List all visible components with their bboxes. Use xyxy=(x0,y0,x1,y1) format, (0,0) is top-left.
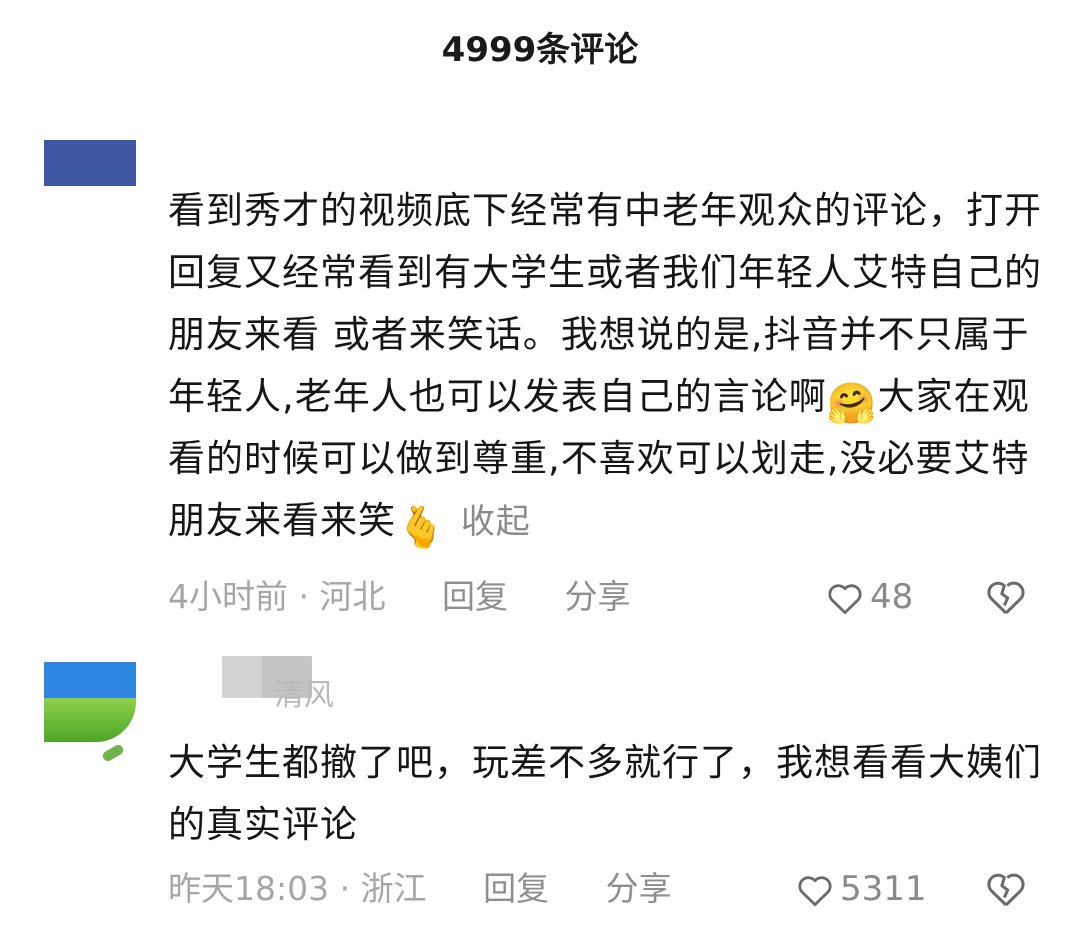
meta-separator: · xyxy=(298,577,310,616)
comment-meta: 4小时前 · 河北 回复 分享 xyxy=(168,572,631,622)
comment-location: 河北 xyxy=(319,577,386,616)
comment-text: 看到秀才的视频底下经常有中老年观众的评论，打开回复又经常看到有大学生或者我们年轻… xyxy=(168,180,1048,553)
share-button[interactable]: 分享 xyxy=(606,869,672,908)
reply-button[interactable]: 回复 xyxy=(442,577,508,616)
like-count: 5311 xyxy=(840,869,927,909)
meta-separator: · xyxy=(339,869,351,908)
comment-count-title: 4999条评论 xyxy=(441,30,639,70)
avatar[interactable] xyxy=(44,140,136,232)
finger-heart-emoji: 🫰 xyxy=(396,505,447,551)
comment-time: 4小时前 xyxy=(168,577,288,616)
reply-button[interactable]: 回复 xyxy=(483,869,549,908)
like-count: 48 xyxy=(870,577,914,617)
comment-location: 浙江 xyxy=(360,869,427,908)
heart-icon xyxy=(828,584,862,615)
heart-icon xyxy=(798,876,832,907)
collapse-link[interactable]: 收起 xyxy=(461,502,531,542)
like-button[interactable]: 48 xyxy=(826,572,913,622)
share-button[interactable]: 分享 xyxy=(565,577,631,616)
broken-heart-icon[interactable] xyxy=(986,870,1026,910)
broken-heart-icon[interactable] xyxy=(986,578,1026,618)
comment-meta: 昨天18:03 · 浙江 回复 分享 xyxy=(168,864,672,914)
username[interactable]: 清风 xyxy=(274,676,334,716)
comment-time: 昨天18:03 xyxy=(168,869,330,908)
hugging-face-emoji: 🤗 xyxy=(826,381,878,427)
avatar[interactable] xyxy=(44,662,136,766)
like-button[interactable]: 5311 xyxy=(796,864,927,914)
comment-text: 大学生都撤了吧，玩差不多就行了，我想看看大姨们的真实评论 xyxy=(168,741,1042,846)
